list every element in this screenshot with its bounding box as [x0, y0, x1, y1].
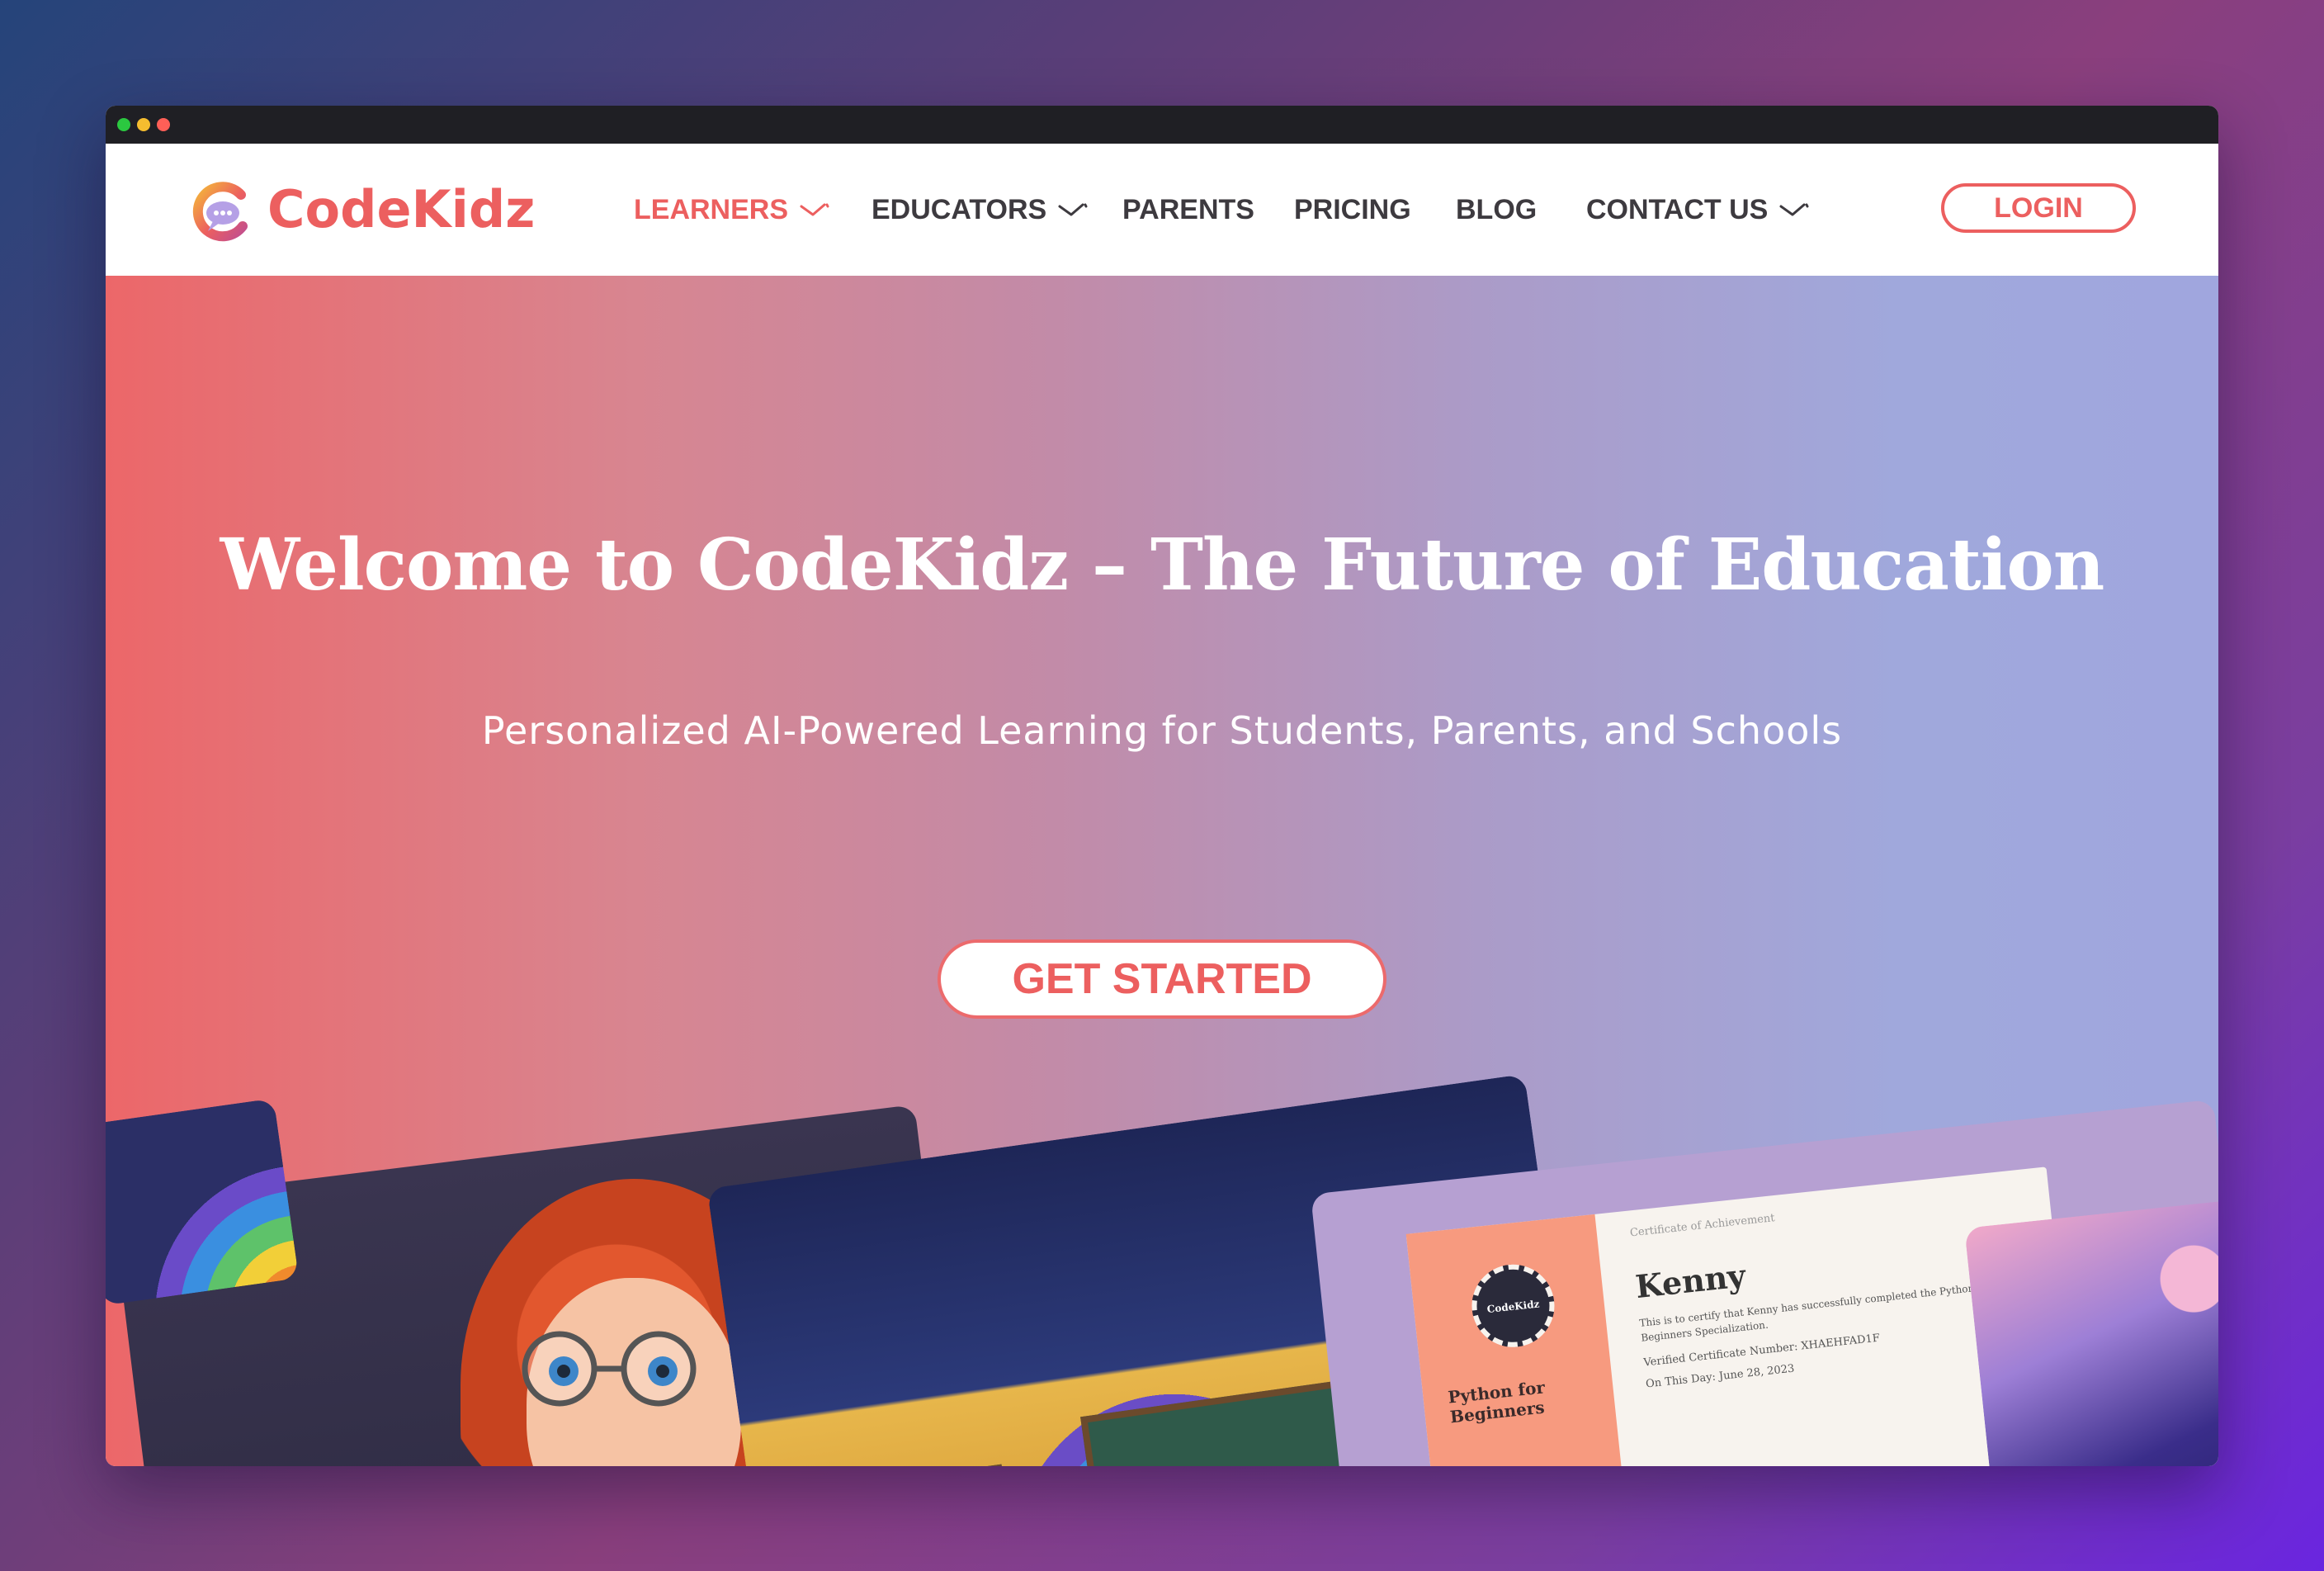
site-header: CodeKidz LEARNERS EDUCATORS PARENTS PRIC… — [106, 144, 2218, 276]
nav-learners-label: LEARNERS — [634, 193, 789, 225]
chevron-down-icon — [800, 203, 829, 216]
window-minimize-button[interactable] — [137, 118, 150, 131]
window-maximize-button[interactable] — [117, 118, 130, 131]
nav-learners[interactable]: LEARNERS — [634, 190, 829, 229]
certificate-heading: Certificate of Achievement — [1629, 1212, 1776, 1240]
hero-title: Welcome to CodeKidz – The Future of Educ… — [220, 523, 2105, 607]
nav-blog[interactable]: BLOG — [1456, 190, 1537, 229]
nav-pricing[interactable]: PRICING — [1294, 190, 1411, 229]
illustration-glasses — [522, 1331, 697, 1407]
nav-blog-label: BLOG — [1456, 193, 1538, 225]
codekidz-logo-icon[interactable] — [191, 180, 251, 243]
nav-parents[interactable]: PARENTS — [1122, 190, 1254, 229]
nav-educators-label: EDUCATORS — [872, 193, 1047, 225]
brand-name[interactable]: CodeKidz — [267, 177, 535, 243]
certificate-name: Kenny — [1633, 1256, 1748, 1306]
hero-subtitle: Personalized AI-Powered Learning for Stu… — [481, 708, 1843, 753]
illustration-card-rainbow — [106, 1098, 300, 1306]
certificate-seal-icon: CodeKidz — [1467, 1260, 1559, 1351]
certificate-date: On This Day: June 28, 2023 — [1645, 1362, 1795, 1391]
nav-educators[interactable]: EDUCATORS — [872, 190, 1088, 229]
login-button[interactable]: LOGIN — [1941, 183, 2136, 233]
certificate-side-panel: CodeKidz Python for Beginners — [1405, 1214, 1628, 1466]
chevron-down-icon — [1779, 203, 1809, 216]
nav-parents-label: PARENTS — [1122, 193, 1254, 225]
certificate-course: Python for Beginners — [1447, 1377, 1547, 1427]
nav-contact-us[interactable]: CONTACT US — [1586, 190, 1809, 229]
get-started-button[interactable]: GET STARTED — [938, 939, 1386, 1019]
illustration-card-space-room — [1964, 1197, 2218, 1466]
window-close-button[interactable] — [157, 118, 170, 131]
browser-title-bar — [106, 106, 2218, 144]
nav-contact-us-label: CONTACT US — [1586, 193, 1769, 225]
browser-window: CodeKidz LEARNERS EDUCATORS PARENTS PRIC… — [106, 106, 2218, 1466]
certificate-seal-label: CodeKidz — [1486, 1298, 1541, 1316]
chevron-down-icon — [1058, 203, 1088, 216]
nav-pricing-label: PRICING — [1294, 193, 1411, 225]
